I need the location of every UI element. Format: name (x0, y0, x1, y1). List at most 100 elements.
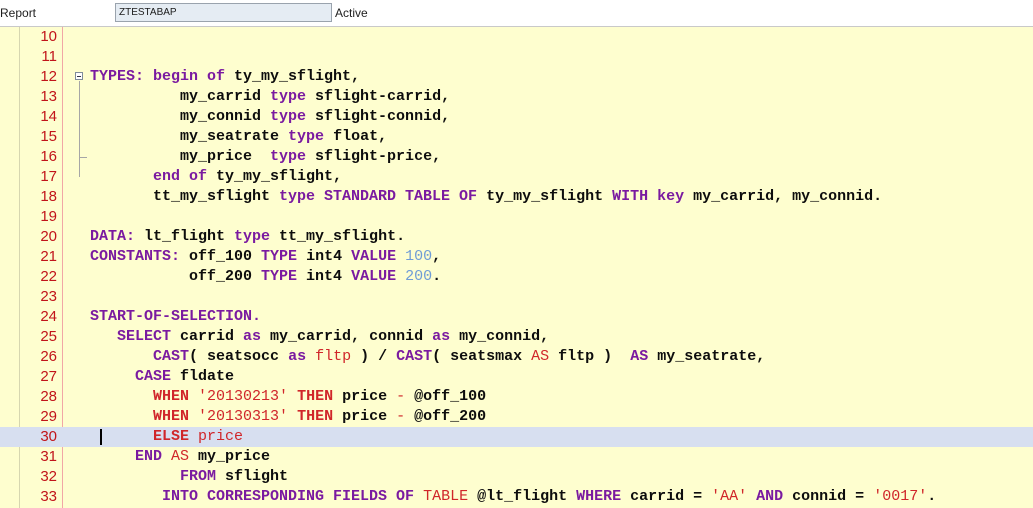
code-token: - (396, 408, 415, 425)
code-line[interactable]: 30 ELSE price (0, 427, 1033, 447)
code-text: end of ty_my_sflight, (90, 167, 342, 187)
code-line[interactable]: 28 WHEN '20130213' THEN price - @off_100 (0, 387, 1033, 407)
code-line[interactable]: 11 (0, 47, 1033, 67)
code-token: CAST (90, 348, 190, 365)
code-token: WITH key (612, 188, 694, 205)
code-token: THEN (297, 408, 343, 425)
code-token: fltp (315, 348, 352, 365)
code-token: type (234, 228, 280, 245)
line-number: 30 (40, 428, 57, 445)
line-number: 26 (40, 348, 57, 365)
code-token: tt_my_sflight. (279, 228, 406, 245)
line-number: 11 (41, 48, 57, 65)
code-token: int4 (306, 268, 352, 285)
code-token: carrid (180, 328, 244, 345)
fold-guide-end (79, 157, 87, 158)
code-token: AS (630, 348, 658, 365)
code-line[interactable]: 27 CASE fldate (0, 367, 1033, 387)
code-line[interactable]: 26 CAST( seatsocc as fltp ) / CAST( seat… (0, 347, 1033, 367)
code-text: CAST( seatsocc as fltp ) / CAST( seatsma… (90, 347, 765, 367)
code-line[interactable]: 13 my_carrid type sflight-carrid, (0, 87, 1033, 107)
line-number: 25 (40, 328, 57, 345)
code-token: TYPE (261, 268, 307, 285)
code-token: my_connid (90, 108, 271, 125)
code-token: . (432, 268, 442, 285)
line-number: 14 (40, 108, 57, 125)
code-token: int4 (306, 248, 352, 265)
report-name-field[interactable]: ZTESTABAP (115, 3, 332, 22)
code-line[interactable]: 32 FROM sflight (0, 467, 1033, 487)
code-token: price (198, 428, 244, 445)
report-header: Report ZTESTABAP Active (0, 0, 1033, 27)
code-text: off_200 TYPE int4 VALUE 200. (90, 267, 441, 287)
code-token: SELECT (90, 328, 181, 345)
code-token: end of (90, 168, 217, 185)
code-token: AND (756, 488, 793, 505)
code-token: as (288, 348, 316, 365)
code-token: ty_my_sflight, (234, 68, 361, 85)
code-line[interactable]: 31 END AS my_price (0, 447, 1033, 467)
code-line[interactable]: 14 my_connid type sflight-connid, (0, 107, 1033, 127)
code-token: ( seatsocc (189, 348, 289, 365)
code-line[interactable]: 17 end of ty_my_sflight, (0, 167, 1033, 187)
code-line[interactable]: 19 (0, 207, 1033, 227)
line-number: 29 (40, 408, 57, 425)
code-text: WHEN '20130213' THEN price - @off_100 (90, 387, 486, 407)
code-token: my_seatrate, (657, 348, 766, 365)
status-label: Active (335, 6, 368, 20)
code-token: WHERE (576, 488, 631, 505)
line-number: 10 (40, 28, 57, 45)
code-line[interactable]: 21 CONSTANTS: off_100 TYPE int4 VALUE 100… (0, 247, 1033, 267)
code-line[interactable]: 20 DATA: lt_flight type tt_my_sflight. (0, 227, 1033, 247)
code-text: CONSTANTS: off_100 TYPE int4 VALUE 100, (90, 247, 441, 267)
code-line[interactable]: 15 my_seatrate type float, (0, 127, 1033, 147)
code-token: TYPES: begin of (90, 68, 235, 85)
code-line[interactable]: 23 (0, 287, 1033, 307)
code-token: '20130213' (198, 388, 298, 405)
line-number: 17 (40, 168, 57, 185)
code-token: type (288, 128, 334, 145)
code-token: INTO CORRESPONDING FIELDS OF (90, 488, 424, 505)
code-text: DATA: lt_flight type tt_my_sflight. (90, 227, 405, 247)
line-number: 22 (40, 268, 57, 285)
code-token: ) / (351, 348, 397, 365)
code-text: tt_my_sflight type STANDARD TABLE OF ty_… (90, 187, 882, 207)
code-token: @off_100 (414, 388, 487, 405)
code-line[interactable]: 10 (0, 27, 1033, 47)
code-token: my_price (198, 448, 271, 465)
code-token: sflight-carrid, (315, 88, 451, 105)
code-token: - (396, 388, 415, 405)
code-line[interactable]: 33 INTO CORRESPONDING FIELDS OF TABLE @l… (0, 487, 1033, 507)
code-token: my_price (90, 148, 271, 165)
code-line[interactable]: 25 SELECT carrid as my_carrid, connid as… (0, 327, 1033, 347)
code-token: AS (531, 348, 559, 365)
code-token: END (90, 448, 172, 465)
line-number: 32 (40, 468, 57, 485)
code-token: price (342, 388, 397, 405)
code-text: my_carrid type sflight-carrid, (90, 87, 450, 107)
code-text: FROM sflight (90, 467, 288, 487)
code-token: AS (171, 448, 199, 465)
code-line[interactable]: 12 TYPES: begin of ty_my_sflight, (0, 67, 1033, 87)
code-token: CONSTANTS: (90, 248, 190, 265)
code-token: @lt_flight (477, 488, 577, 505)
code-line[interactable]: 16 my_price type sflight-price, (0, 147, 1033, 167)
line-number: 19 (40, 208, 57, 225)
code-editor[interactable]: 10 11 12 TYPES: begin of ty_my_sflight, 13 m… (0, 27, 1033, 508)
code-line[interactable]: 22 off_200 TYPE int4 VALUE 200. (0, 267, 1033, 287)
code-token: as (432, 328, 460, 345)
collapse-icon[interactable] (75, 72, 83, 80)
code-line[interactable]: 18 tt_my_sflight type STANDARD TABLE OF … (0, 187, 1033, 207)
code-token: . (927, 488, 937, 505)
code-token: '0017' (873, 488, 928, 505)
code-token: lt_flight (144, 228, 235, 245)
code-text: CASE fldate (90, 367, 234, 387)
code-line[interactable]: 24 START-OF-SELECTION. (0, 307, 1033, 327)
line-number: 27 (40, 368, 57, 385)
fold-guide (79, 81, 80, 177)
code-line[interactable]: 29 WHEN '20130313' THEN price - @off_200 (0, 407, 1033, 427)
code-token: '20130313' (198, 408, 298, 425)
code-token: WHEN (90, 408, 199, 425)
line-number: 33 (40, 488, 57, 505)
code-token: ELSE (90, 428, 199, 445)
